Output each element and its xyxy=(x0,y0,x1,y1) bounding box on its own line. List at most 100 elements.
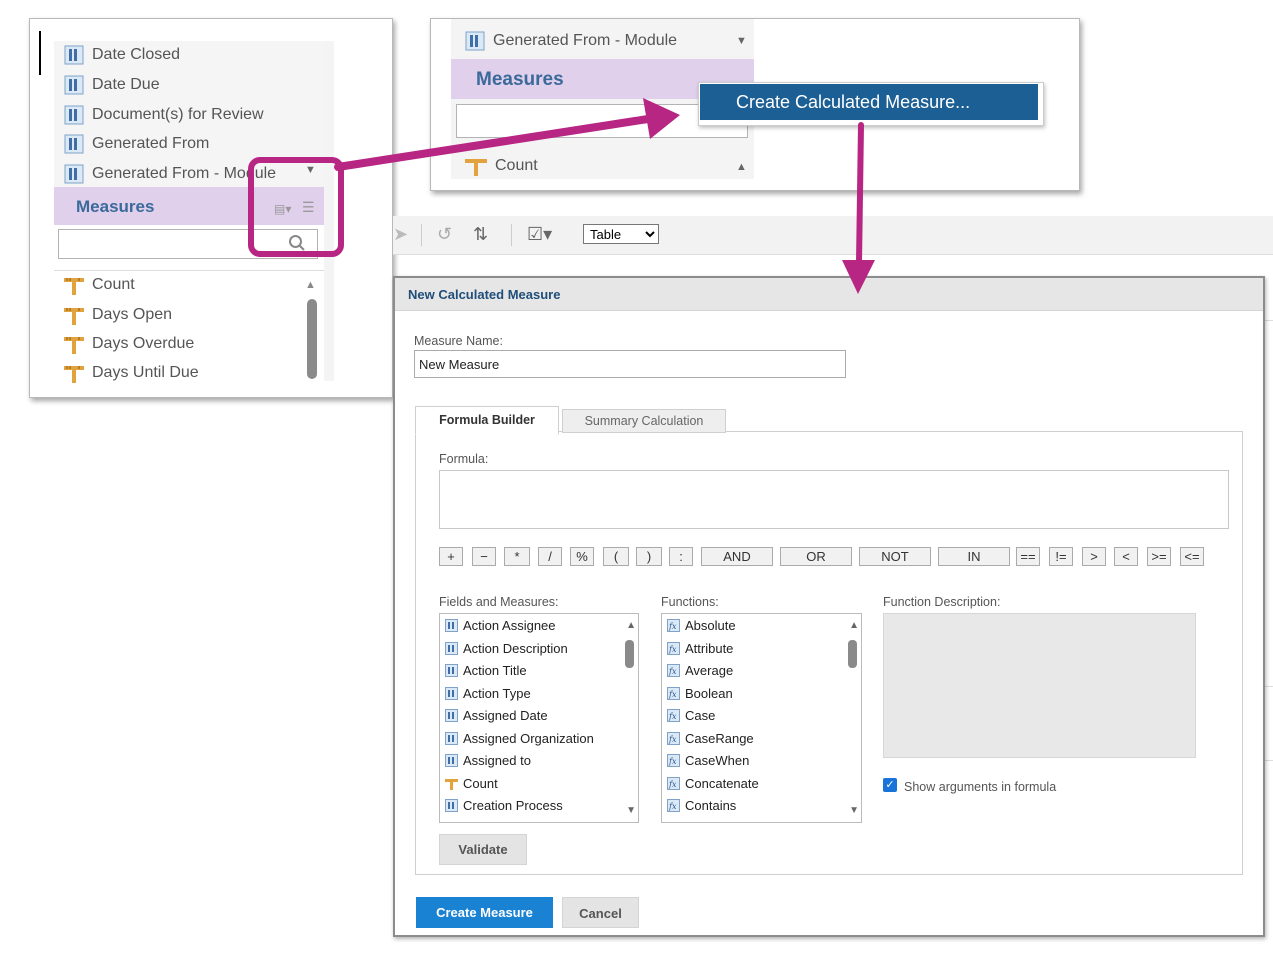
show-arguments-checkbox[interactable]: ✓ xyxy=(883,778,897,792)
measure-item-days-until-due[interactable]: Days Until Due xyxy=(64,359,199,387)
scroll-up-arrow-icon[interactable]: ▲ xyxy=(305,279,316,291)
operator-and-button[interactable]: AND xyxy=(701,547,773,566)
operator-greater-than-button[interactable]: > xyxy=(1082,547,1106,566)
list-item[interactable]: Assigned to xyxy=(445,750,531,770)
list-item-label: CaseRange xyxy=(685,730,754,746)
formula-textarea[interactable] xyxy=(439,470,1229,529)
list-item[interactable]: fx Boolean xyxy=(667,683,733,703)
list-item[interactable]: Action Type xyxy=(445,683,531,703)
operator-multiply-button[interactable]: * xyxy=(504,547,530,566)
list-item-label: Average xyxy=(685,662,734,678)
operator-less-than-button[interactable]: < xyxy=(1114,547,1138,566)
svg-text:fx: fx xyxy=(668,780,677,789)
cancel-button[interactable]: Cancel xyxy=(562,897,639,928)
list-item[interactable]: Count xyxy=(445,773,498,793)
list-item-label: Boolean xyxy=(685,685,733,701)
operator-plus-button[interactable]: + xyxy=(439,547,463,566)
list-item[interactable]: Action Title xyxy=(445,660,527,680)
toolbar-separator xyxy=(421,224,422,246)
list-item[interactable]: Creation Process xyxy=(445,795,563,815)
list-item[interactable]: fx CaseRange xyxy=(667,728,754,748)
tab-formula-builder[interactable]: Formula Builder xyxy=(415,406,559,435)
field-item-generated-from[interactable]: Generated From xyxy=(64,130,209,158)
operator-equals-button[interactable]: == xyxy=(1016,547,1040,566)
operator-greater-equal-button[interactable]: >= xyxy=(1147,547,1171,566)
operator-less-equal-button[interactable]: <= xyxy=(1180,547,1204,566)
scroll-down-arrow-icon[interactable]: ▼ xyxy=(736,35,747,47)
field-item-documents-for-review[interactable]: Document(s) for Review xyxy=(64,101,264,129)
list-item[interactable]: fx Contains xyxy=(667,795,736,815)
scrollbar-thumb[interactable] xyxy=(625,640,634,668)
list-item-label: Assigned Date xyxy=(463,707,548,723)
list-item[interactable]: Action Assignee xyxy=(445,615,556,635)
tab-summary-calculation[interactable]: Summary Calculation xyxy=(562,409,726,433)
show-arguments-label: Show arguments in formula xyxy=(904,780,1057,794)
play-icon[interactable]: ➤ xyxy=(393,224,408,245)
measure-name-input[interactable] xyxy=(414,350,846,378)
operator-colon-button[interactable]: : xyxy=(669,547,693,566)
operator-not-equals-button[interactable]: != xyxy=(1049,547,1073,566)
svg-text:fx: fx xyxy=(668,622,677,631)
list-item-label: CaseWhen xyxy=(685,752,750,768)
create-calculated-measure-menu-item[interactable]: Create Calculated Measure... xyxy=(700,84,1038,120)
list-item[interactable]: fx Case xyxy=(667,705,715,725)
operator-percent-button[interactable]: % xyxy=(570,547,594,566)
dimension-field-icon xyxy=(445,753,458,767)
field-item-date-closed[interactable]: Date Closed xyxy=(64,41,180,69)
scroll-down-arrow-icon[interactable]: ▼ xyxy=(849,805,859,816)
operator-minus-button[interactable]: − xyxy=(472,547,496,566)
operator-divide-button[interactable]: / xyxy=(538,547,562,566)
svg-text:fx: fx xyxy=(668,712,677,721)
list-item[interactable]: fx CaseWhen xyxy=(667,750,749,770)
scroll-up-arrow-icon[interactable]: ▲ xyxy=(849,620,859,631)
measures-section-title: Measures xyxy=(476,69,564,90)
list-item[interactable]: fx Attribute xyxy=(667,638,733,658)
field-item-date-due[interactable]: Date Due xyxy=(64,71,160,99)
operator-or-button[interactable]: OR xyxy=(780,547,852,566)
sort-az-icon[interactable]: ⇅ xyxy=(473,224,488,245)
field-item-label: Date Closed xyxy=(92,46,181,63)
measure-item-count[interactable]: Count xyxy=(64,271,135,299)
operator-in-button[interactable]: IN xyxy=(938,547,1010,566)
function-fx-icon: fx xyxy=(667,753,680,767)
operator-open-paren-button[interactable]: ( xyxy=(603,547,629,566)
swap-axes-icon[interactable]: ↺ xyxy=(437,224,452,245)
dimension-field-icon xyxy=(445,798,458,812)
functions-list[interactable]: fx Absolute fx Attribute fx Average fx Boole… xyxy=(661,613,862,823)
scroll-down-arrow-icon[interactable]: ▼ xyxy=(626,805,636,816)
measure-ruler-icon xyxy=(64,366,84,383)
scroll-up-arrow-icon[interactable]: ▲ xyxy=(736,161,747,173)
validate-button[interactable]: Validate xyxy=(439,834,527,865)
measure-item-count[interactable]: Count xyxy=(465,156,538,176)
list-item[interactable]: Action Description xyxy=(445,638,568,658)
create-measure-button[interactable]: Create Measure xyxy=(416,897,553,928)
checklist-dropdown-icon[interactable]: ☑▾ xyxy=(527,224,552,245)
measures-section-title: Measures xyxy=(76,197,155,216)
list-item[interactable]: Assigned Date xyxy=(445,705,548,725)
measure-item-label: Days Until Due xyxy=(92,364,199,381)
list-item-label: Concatenate xyxy=(685,775,759,791)
field-item-generated-from-module[interactable]: Generated From - Module xyxy=(64,160,276,188)
list-item[interactable]: fx Concatenate xyxy=(667,773,759,793)
field-item-generated-from-module[interactable]: Generated From - Module xyxy=(465,31,677,51)
operator-close-paren-button[interactable]: ) xyxy=(636,547,662,566)
measure-item-label: Count xyxy=(92,276,135,293)
dimension-field-icon xyxy=(64,164,84,184)
scrollbar-thumb[interactable] xyxy=(307,299,317,379)
list-item[interactable]: fx Average xyxy=(667,660,733,680)
view-type-select[interactable]: Table xyxy=(583,224,659,244)
dimension-field-icon xyxy=(64,75,84,95)
list-item[interactable]: Assigned Organization xyxy=(445,728,594,748)
scrollbar-thumb[interactable] xyxy=(848,640,857,668)
function-fx-icon: fx xyxy=(667,798,680,812)
operator-not-button[interactable]: NOT xyxy=(859,547,931,566)
fields-and-measures-list[interactable]: Action Assignee Action Description Actio… xyxy=(439,613,639,823)
measure-item-days-open[interactable]: Days Open xyxy=(64,301,172,329)
measure-item-days-overdue[interactable]: Days Overdue xyxy=(64,330,194,358)
dimension-field-icon xyxy=(465,31,485,51)
scroll-up-arrow-icon[interactable]: ▲ xyxy=(626,620,636,631)
list-item-label: Assigned Organization xyxy=(463,730,594,746)
svg-text:fx: fx xyxy=(668,802,677,811)
list-item[interactable]: fx Absolute xyxy=(667,615,736,635)
svg-text:fx: fx xyxy=(668,757,677,766)
